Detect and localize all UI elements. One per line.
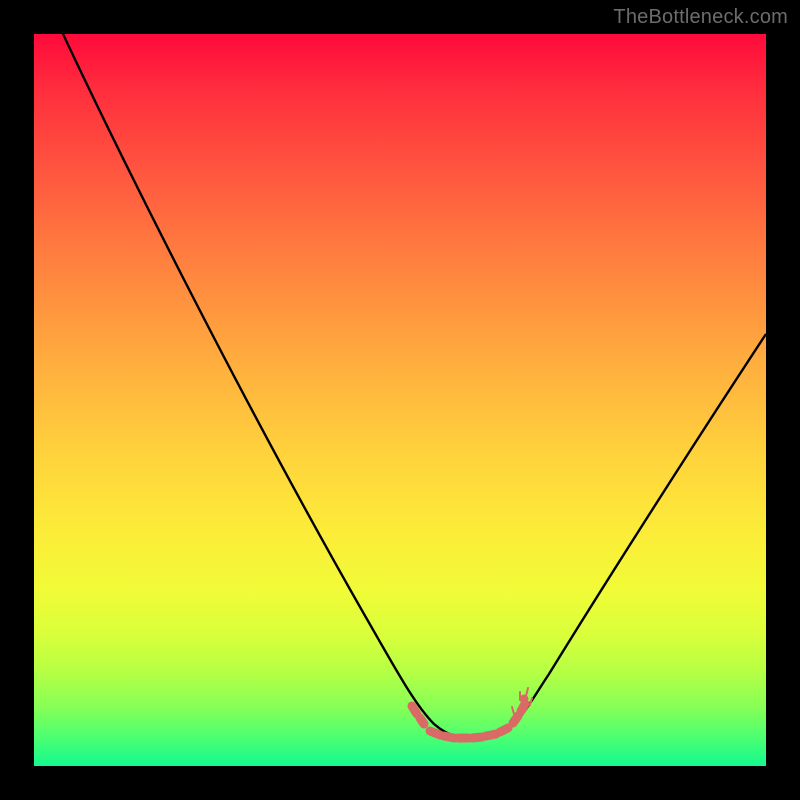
chart-frame: TheBottleneck.com [0, 0, 800, 800]
plot-area [34, 34, 766, 766]
watermark-text: TheBottleneck.com [613, 6, 788, 29]
curve-layer [34, 34, 766, 766]
bottleneck-curve [63, 34, 766, 739]
